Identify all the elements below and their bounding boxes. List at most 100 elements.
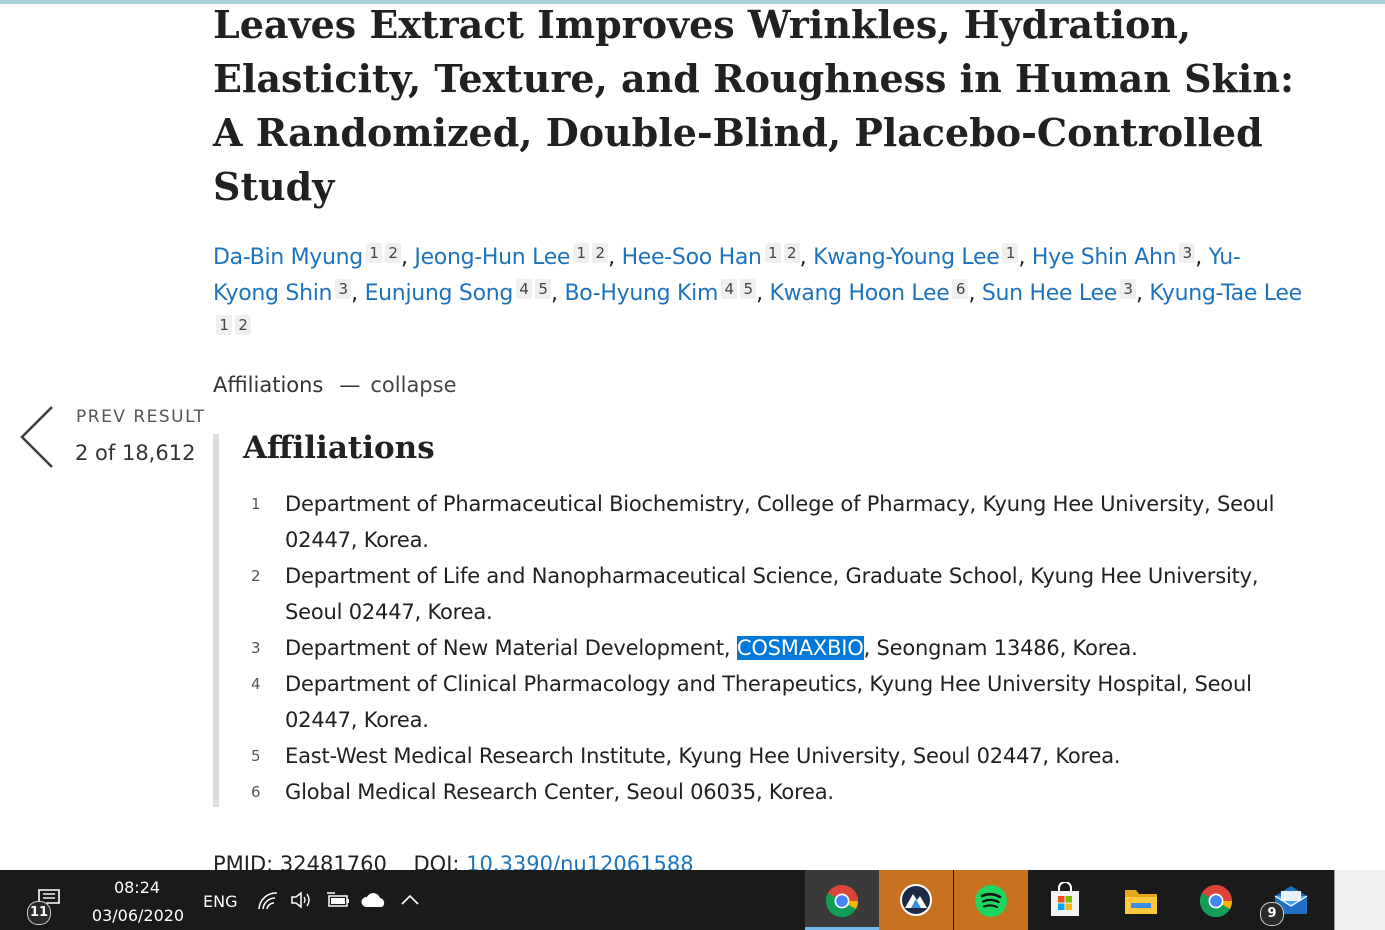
affiliation-item: 4 Department of Clinical Pharmacology and…: [249, 666, 1289, 738]
article-content: Leaves Extract Improves Wrinkles, Hydrat…: [0, 0, 1385, 870]
vpn-icon: [900, 884, 932, 916]
author-separator: ,: [968, 281, 982, 306]
prev-result-label: PREV RESULT: [76, 407, 206, 427]
pmid-label: PMID:: [213, 852, 274, 870]
doi-link[interactable]: 10.3390/nu12061588: [466, 852, 693, 870]
affiliation-ref-badge[interactable]: 2: [384, 243, 401, 263]
prev-result-button[interactable]: PREV RESULT 2 of 18,612: [18, 402, 208, 472]
affiliation-ref-badge[interactable]: 3: [1119, 279, 1136, 299]
affiliation-text: Department of New Material Development,: [285, 636, 737, 660]
author-link[interactable]: Kwang-Young Lee: [813, 245, 1000, 270]
author-separator: ,: [608, 245, 622, 270]
volume-icon[interactable]: [290, 890, 314, 910]
affiliation-ref-badge[interactable]: 2: [235, 315, 251, 335]
mail-count-badge: 9: [1260, 902, 1284, 926]
affiliation-text: Global Medical Research Center, Seoul 06…: [285, 780, 834, 804]
affiliation-number: 2: [251, 567, 261, 585]
affiliation-text: , Seongnam 13486, Korea.: [863, 636, 1138, 660]
affiliation-ref-badge[interactable]: 2: [783, 243, 800, 263]
author-link[interactable]: Jeong-Hun Lee: [414, 245, 570, 270]
taskbar-chrome-button-2[interactable]: [1179, 870, 1253, 930]
affiliation-ref-badge[interactable]: 1: [1002, 243, 1019, 263]
affiliation-ref-badge[interactable]: 5: [535, 279, 552, 299]
author-separator: ,: [551, 281, 565, 306]
affiliation-ref-badge[interactable]: 5: [740, 279, 757, 299]
affiliation-ref-badge[interactable]: 1: [216, 315, 232, 335]
author-separator: ,: [1195, 245, 1209, 270]
author-link[interactable]: Kyung-Tae Lee: [1149, 281, 1302, 306]
store-icon: [1051, 882, 1079, 916]
selected-text: COSMAXBIO: [736, 636, 864, 660]
taskbar-mail-button[interactable]: 9: [1254, 870, 1328, 930]
clock-date[interactable]: 03/06/2020: [84, 906, 192, 925]
author-link[interactable]: Kwang Hoon Lee: [770, 281, 950, 306]
pmid-value: 32481760: [279, 852, 387, 870]
affiliations-list: 1 Department of Pharmaceutical Biochemist…: [249, 486, 1289, 810]
affiliation-text: Department of Life and Nanopharmaceutica…: [285, 564, 1259, 624]
affiliation-ref-badge[interactable]: 1: [573, 243, 590, 263]
author-link[interactable]: Bo-Hyung Kim: [564, 281, 718, 306]
affiliations-heading: Affiliations: [243, 430, 435, 466]
author-link[interactable]: Hee-Soo Han: [622, 245, 762, 270]
action-center-button[interactable]: 11: [20, 870, 70, 930]
author-separator: ,: [756, 281, 770, 306]
affiliation-text: East-West Medical Research Institute, Ky…: [285, 744, 1121, 768]
affiliation-ref-badge[interactable]: 2: [592, 243, 609, 263]
author-separator: ,: [400, 245, 415, 270]
author-link[interactable]: Sun Hee Lee: [982, 281, 1117, 306]
affiliations-toggle: Affiliations — collapse: [213, 370, 457, 400]
taskbar-chrome-button[interactable]: [805, 870, 879, 930]
author-list: Da-Bin Myung 1 2, Jeong-Hun Lee 1 2, Hee-Soo…: [213, 240, 1303, 348]
author-link[interactable]: Hye Shin Ahn: [1032, 245, 1177, 270]
affiliation-ref-badge[interactable]: 4: [721, 279, 738, 299]
clock-time[interactable]: 08:24: [96, 878, 178, 897]
affiliation-number: 6: [251, 783, 261, 801]
identifiers-line: PMID: 32481760 DOI: 10.3390/nu12061588: [213, 852, 694, 870]
chevron-up-icon[interactable]: [400, 894, 420, 906]
affiliation-number: 3: [251, 639, 261, 657]
affiliation-number: 4: [251, 675, 261, 693]
affiliation-number: 1: [251, 495, 261, 513]
windows-taskbar: 11 08:24 03/06/2020 ENG 9: [0, 870, 1385, 930]
author-separator: ,: [1018, 245, 1032, 270]
author-link[interactable]: Da-Bin Myung: [213, 245, 363, 270]
affiliation-item: 1 Department of Pharmaceutical Biochemist…: [249, 486, 1289, 558]
onedrive-icon[interactable]: [360, 892, 388, 908]
author-separator: ,: [799, 245, 814, 270]
affiliation-ref-badge[interactable]: 4: [516, 279, 533, 299]
notification-count-badge: 11: [27, 901, 51, 925]
author-separator: ,: [351, 281, 365, 306]
affiliation-ref-badge[interactable]: 1: [764, 243, 781, 263]
chevron-left-icon: [20, 406, 53, 468]
chrome-icon: [825, 884, 859, 918]
taskbar-store-button[interactable]: [1029, 870, 1103, 930]
affiliation-text: Department of Pharmaceutical Biochemistr…: [285, 492, 1275, 552]
affiliation-item: 3 Department of New Material Development,…: [249, 630, 1289, 666]
battery-icon[interactable]: [325, 890, 351, 910]
file-explorer-icon: [1125, 890, 1157, 914]
affiliation-ref-badge[interactable]: 3: [1179, 243, 1196, 263]
collapse-affiliations-link[interactable]: collapse: [370, 373, 456, 397]
article-title: Leaves Extract Improves Wrinkles, Hydrat…: [213, 2, 1295, 209]
result-position: 2 of 18,612: [75, 441, 196, 465]
wifi-icon[interactable]: [257, 890, 279, 910]
taskbar-vpn-button[interactable]: [879, 870, 953, 930]
affiliations-toggle-label: Affiliations: [213, 373, 324, 397]
taskbar-spotify-button[interactable]: [954, 870, 1028, 930]
affiliation-ref-badge[interactable]: 6: [952, 279, 969, 299]
show-desktop-button[interactable]: [1334, 870, 1385, 930]
affiliation-item: 6 Global Medical Research Center, Seoul 0…: [249, 774, 1289, 810]
doi-label: DOI:: [413, 852, 460, 870]
taskbar-file-explorer-button[interactable]: [1104, 870, 1178, 930]
spotify-icon: [975, 885, 1007, 917]
affiliation-item: 2 Department of Life and Nanopharmaceutic…: [249, 558, 1289, 630]
chrome-icon: [1199, 884, 1233, 918]
affiliation-ref-badge[interactable]: 1: [365, 243, 382, 263]
affiliation-number: 5: [251, 747, 261, 765]
affiliation-item: 5 East-West Medical Research Institute, K…: [249, 738, 1289, 774]
toggle-dash: —: [339, 373, 361, 397]
affiliations-panel: Affiliations 1 Department of Pharmaceutic…: [213, 430, 1319, 810]
input-language[interactable]: ENG: [203, 892, 237, 911]
author-link[interactable]: Eunjung Song: [365, 281, 514, 306]
affiliation-ref-badge[interactable]: 3: [335, 279, 352, 299]
